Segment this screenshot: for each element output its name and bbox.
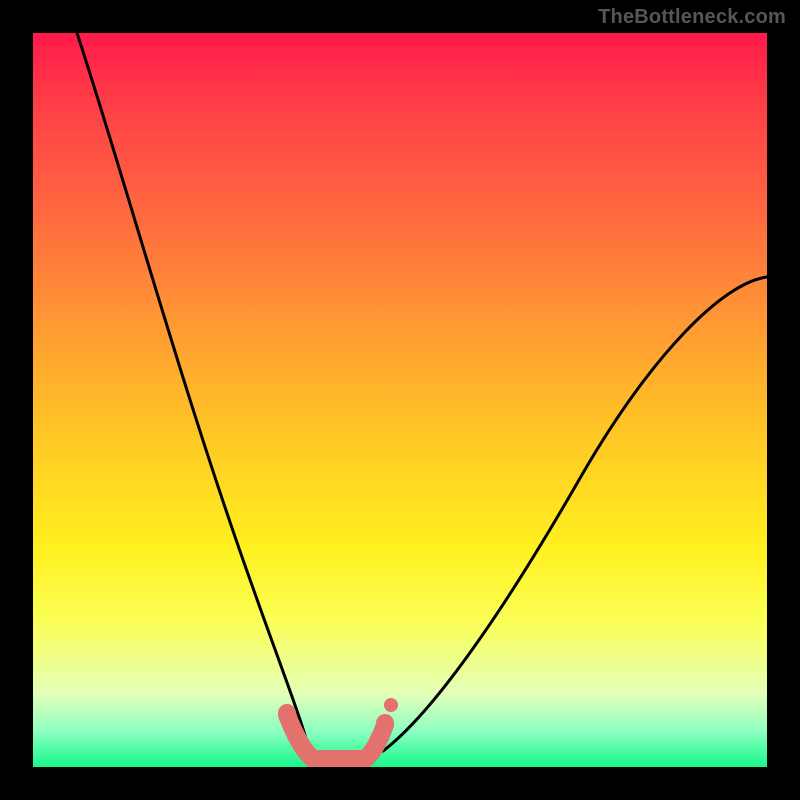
left-curve — [77, 33, 311, 757]
valley-dot — [384, 698, 398, 712]
curve-overlay — [33, 33, 767, 767]
chart-frame: TheBottleneck.com — [0, 0, 800, 800]
valley-dot — [288, 725, 304, 741]
plot-area — [33, 33, 767, 767]
attribution-text: TheBottleneck.com — [598, 6, 786, 29]
valley-dot — [369, 733, 385, 749]
right-curve — [383, 277, 767, 751]
valley-dot — [278, 704, 296, 722]
valley-dot — [376, 714, 394, 732]
